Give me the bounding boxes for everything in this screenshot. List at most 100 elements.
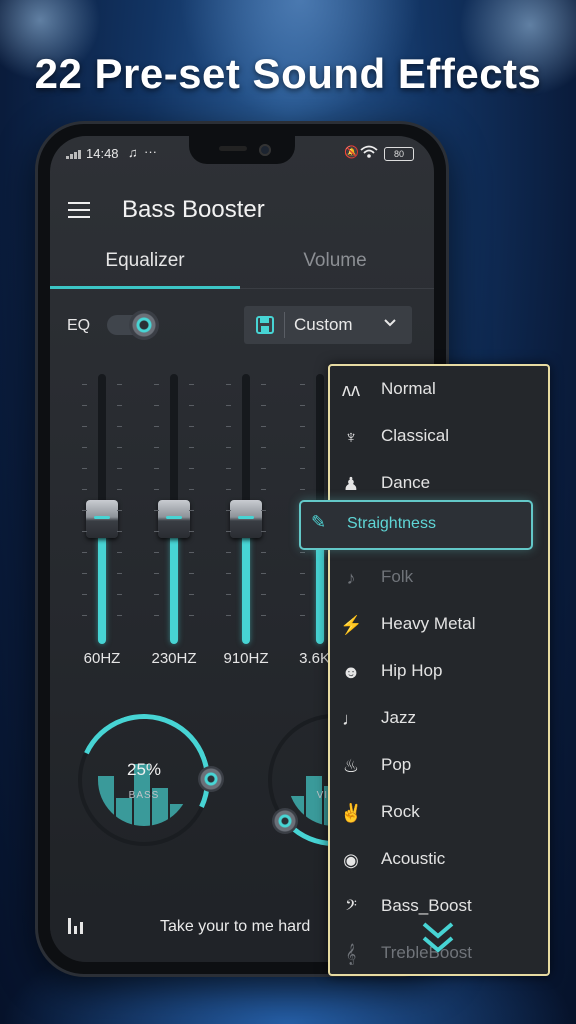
slider-tick (154, 405, 159, 406)
slider-tick (300, 552, 305, 553)
preset-option-classical[interactable]: ♆ Classical (330, 413, 548, 460)
tab-bar: Equalizer Volume (50, 236, 434, 289)
battery-indicator: 80 (384, 147, 414, 161)
band-label: 230HZ (151, 650, 197, 667)
slider-tick (261, 468, 266, 469)
slider-tick (300, 384, 305, 385)
slider-tick (189, 426, 194, 427)
slider-tick (261, 510, 266, 511)
slider-tick (82, 510, 87, 511)
slider-thumb[interactable] (230, 500, 262, 538)
now-playing-title: Take your to me hard (160, 918, 311, 935)
band-slider-910hz[interactable]: 910HZ (216, 374, 276, 674)
eq-toggle-knob (129, 310, 159, 340)
slider-tick (300, 615, 305, 616)
bass-dial[interactable]: 25% BASS (59, 695, 229, 865)
menu-hamburger-icon[interactable] (68, 202, 90, 218)
preset-option-normal[interactable]: ʌʌ Normal (330, 366, 548, 413)
slider-tick (154, 426, 159, 427)
slider-tick (261, 384, 266, 385)
slider-tick (226, 384, 231, 385)
slider-tick (261, 531, 266, 532)
scroll-more-chevron-icon[interactable] (418, 918, 458, 964)
slider-tick (82, 594, 87, 595)
music-note-icon: ♫ (128, 145, 138, 160)
slider-tick (82, 615, 87, 616)
slider-tick (117, 489, 122, 490)
slider-tick (117, 384, 122, 385)
slider-tick (226, 447, 231, 448)
slider-tick (82, 468, 87, 469)
slider-tick (226, 615, 231, 616)
slider-tick (154, 384, 159, 385)
preset-option-jazz[interactable]: ♩ Jazz (330, 695, 548, 742)
slider-tick (226, 594, 231, 595)
slider-tick (226, 468, 231, 469)
slider-tick (154, 552, 159, 553)
bass-label: BASS (128, 790, 160, 801)
bass-clef-icon: 𝄢 (345, 897, 357, 917)
slider-tick (226, 552, 231, 553)
tab-volume[interactable]: Volume (240, 250, 430, 272)
slider-tick (154, 615, 159, 616)
preset-option-straightness-selected[interactable]: ✎ Straightness (299, 500, 533, 550)
slider-tick (226, 426, 231, 427)
tab-equalizer[interactable]: Equalizer (50, 250, 240, 272)
preset-option-acoustic[interactable]: ◉ Acoustic (330, 836, 548, 883)
slider-tick (154, 531, 159, 532)
slider-tick (117, 447, 122, 448)
band-label: 60HZ (83, 650, 121, 667)
slider-thumb[interactable] (158, 500, 190, 538)
virtualizer-dial-knob[interactable] (272, 808, 298, 834)
slider-tick (300, 594, 305, 595)
promo-headline: 22 Pre-set Sound Effects (34, 50, 542, 97)
slider-tick (82, 489, 87, 490)
slider-tick (189, 384, 194, 385)
status-time: 14:48 (86, 146, 119, 161)
folk-guitar-icon: ♪ (346, 568, 356, 588)
preset-option-pop[interactable]: ♨ Pop (330, 742, 548, 789)
band-label: 910HZ (223, 650, 269, 667)
saxophone-icon: ♩ (342, 709, 360, 729)
band-slider-230hz[interactable]: 230HZ (144, 374, 204, 674)
harp-icon: ♆ (344, 427, 358, 447)
slider-tick (226, 510, 231, 511)
app-bar: Bass Booster (50, 180, 434, 236)
slider-tick (82, 447, 87, 448)
band-slider-60hz[interactable]: 60HZ (72, 374, 132, 674)
preset-option-folk[interactable]: ♪ Folk (330, 554, 548, 601)
hip-hop-icon: ☻ (341, 662, 361, 682)
slider-tick (261, 405, 266, 406)
slider-tick (300, 447, 305, 448)
slider-tick (189, 510, 194, 511)
slider-tick (82, 573, 87, 574)
slider-tick (300, 426, 305, 427)
slider-tick (226, 531, 231, 532)
bass-dial-knob[interactable] (198, 766, 224, 792)
slider-tick (226, 489, 231, 490)
normal-wave-icon: ʌʌ (342, 380, 360, 400)
eq-toggle-switch[interactable] (107, 310, 159, 340)
straightness-icon: ✎ (311, 512, 327, 532)
slider-tick (226, 573, 231, 574)
slider-tick (117, 594, 122, 595)
slider-tick (154, 489, 159, 490)
slider-tick (189, 489, 194, 490)
electric-guitar-icon: ⚡ (340, 615, 363, 635)
preset-option-heavy-metal[interactable]: ⚡ Heavy Metal (330, 601, 548, 648)
preset-divider (284, 312, 285, 338)
slider-tick (300, 489, 305, 490)
rock-hand-icon: ✌ (340, 803, 363, 823)
slider-tick (117, 531, 122, 532)
slider-tick (261, 552, 266, 553)
chevron-down-icon (382, 314, 398, 335)
preset-dropdown[interactable]: Custom (244, 306, 412, 344)
preset-option-hip-hop[interactable]: ☻ Hip Hop (330, 648, 548, 695)
preset-option-rock[interactable]: ✌ Rock (330, 789, 548, 836)
slider-tick (300, 573, 305, 574)
slider-thumb[interactable] (86, 500, 118, 538)
slider-tick (154, 573, 159, 574)
slider-tick (189, 573, 194, 574)
save-icon[interactable] (256, 316, 274, 334)
slider-tick (117, 510, 122, 511)
